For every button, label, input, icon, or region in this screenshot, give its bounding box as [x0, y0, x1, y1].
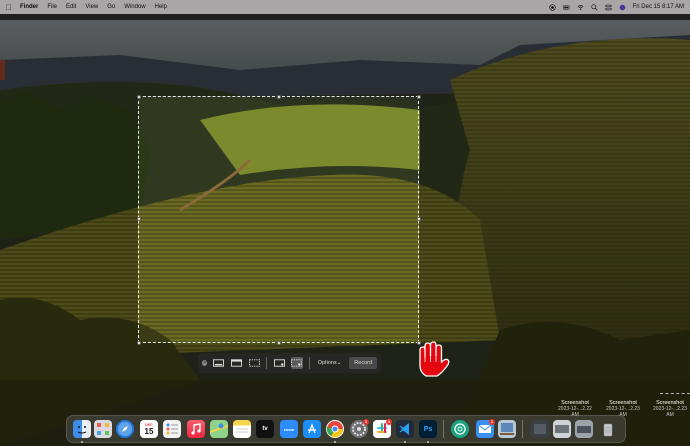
capture-window-icon	[231, 359, 243, 367]
menu-view[interactable]: View	[85, 4, 98, 10]
record-selection-button[interactable]	[291, 357, 303, 369]
selection-handle-bottom[interactable]	[277, 340, 281, 345]
search-icon[interactable]	[590, 3, 598, 11]
finder-icon[interactable]	[73, 420, 91, 438]
calendar-day: 15	[144, 426, 154, 436]
tv-label: tv	[262, 426, 268, 432]
toolbar-divider	[266, 357, 268, 369]
slack-icon[interactable]: 1	[373, 419, 392, 438]
menu-bar:  Finder File Edit View Go Window Help F…	[0, 0, 690, 14]
downloads-stack-icon[interactable]	[531, 420, 549, 438]
music-icon[interactable]	[187, 420, 205, 438]
screenshot-toolbar: × Options⌄ Record	[198, 353, 381, 373]
capture-selection-button[interactable]	[249, 357, 261, 369]
folder-stack-icon[interactable]	[575, 420, 593, 438]
apple-menu-icon[interactable]: 	[6, 3, 12, 12]
menu-help[interactable]: Help	[155, 4, 167, 10]
selection-handle-left[interactable]	[136, 217, 141, 221]
reminders-icon[interactable]	[163, 420, 181, 438]
safari-icon[interactable]	[116, 420, 134, 438]
launchpad-icon[interactable]	[94, 420, 112, 438]
running-indicator	[334, 441, 336, 443]
dock-divider	[522, 420, 523, 438]
notification-badge: 1	[363, 419, 369, 425]
preview-icon[interactable]	[498, 420, 516, 438]
control-center-icon[interactable]	[604, 4, 612, 11]
wifi-icon[interactable]	[577, 4, 584, 11]
selection-handle-top[interactable]	[277, 94, 281, 99]
notification-badge: 1	[489, 419, 495, 425]
ps-label: Ps	[423, 425, 433, 433]
apple-tv-icon[interactable]: tv	[256, 420, 274, 438]
record-entire-screen-button[interactable]	[273, 357, 285, 369]
selection-handle-bottom-left[interactable]	[136, 340, 141, 345]
zoom-icon[interactable]: zoom	[280, 420, 298, 438]
dock-divider	[443, 420, 444, 438]
close-icon[interactable]: ×	[202, 360, 208, 366]
selection-guide-line	[660, 393, 690, 394]
options-button[interactable]: Options⌄	[316, 360, 344, 366]
menu-edit[interactable]: Edit	[66, 4, 76, 10]
toolbar-divider	[308, 357, 310, 369]
desktop-file[interactable]: Screenshot 2023-12-...2.23 AM	[650, 400, 690, 418]
side-window-edge	[0, 60, 5, 80]
capture-selection-area[interactable]	[136, 94, 421, 345]
window-shadow-band	[0, 14, 690, 20]
record-entire-screen-icon	[273, 359, 285, 367]
menu-go[interactable]: Go	[107, 4, 115, 10]
hand-cursor-icon	[419, 341, 450, 377]
options-label: Options	[317, 360, 337, 366]
mail-icon[interactable]: 1	[476, 419, 495, 438]
chevron-down-icon: ⌄	[336, 360, 342, 366]
chrome-icon[interactable]	[326, 420, 344, 438]
system-settings-icon[interactable]: 1	[350, 419, 369, 438]
zoom-label: zoom	[283, 426, 295, 432]
capture-selection-icon	[249, 359, 261, 367]
notes-icon[interactable]	[233, 420, 251, 438]
selection-handle-top-right[interactable]	[416, 94, 421, 99]
trash-icon[interactable]	[599, 420, 617, 438]
menu-clock[interactable]: Fri Dec 15 8:17 AM	[633, 4, 684, 10]
running-indicator	[81, 441, 83, 443]
maps-icon[interactable]	[210, 420, 228, 438]
selection-handle-top-left[interactable]	[136, 94, 141, 99]
photoshop-icon[interactable]: Ps	[419, 420, 437, 438]
record-selection-icon	[291, 359, 303, 367]
file-date: 2023-12-...2.23 AM	[653, 406, 687, 418]
screen-record-icon[interactable]	[548, 3, 556, 11]
battery-icon[interactable]	[562, 4, 570, 11]
calendar-icon[interactable]: DEC 15	[140, 420, 158, 438]
running-indicator	[404, 441, 406, 443]
record-button[interactable]: Record	[349, 357, 378, 369]
selection-handle-right[interactable]	[416, 217, 421, 221]
notification-badge: 1	[386, 419, 392, 425]
app-store-icon[interactable]	[303, 420, 321, 438]
siri-icon[interactable]	[619, 4, 626, 11]
capture-window-button[interactable]	[231, 357, 243, 369]
running-indicator	[427, 441, 429, 443]
menu-window[interactable]: Window	[124, 4, 145, 10]
capture-entire-screen-button[interactable]	[213, 357, 225, 369]
screenshot-stack-icon[interactable]	[553, 420, 571, 438]
chatgpt-icon[interactable]	[451, 420, 469, 438]
menu-app-name[interactable]: Finder	[20, 4, 38, 10]
vscode-icon[interactable]	[396, 420, 414, 438]
menu-file[interactable]: File	[47, 4, 57, 10]
capture-entire-screen-icon	[213, 359, 225, 367]
